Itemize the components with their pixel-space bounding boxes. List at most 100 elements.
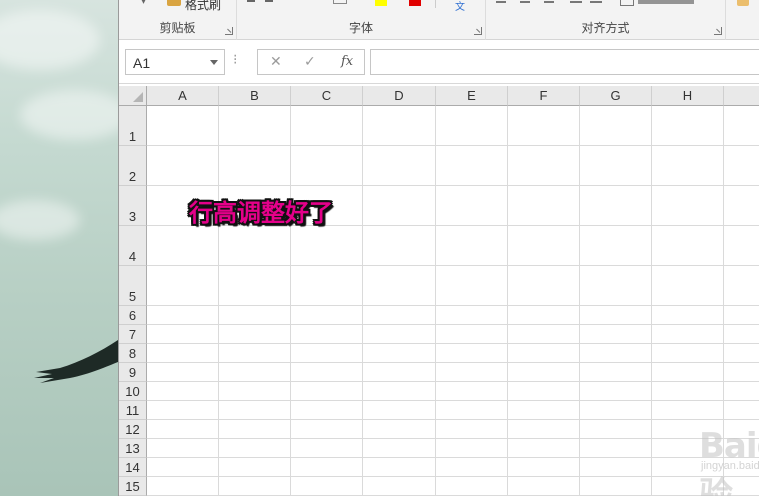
name-box-dropdown-icon[interactable]	[210, 60, 218, 65]
watermark-url: jingyan.baidu.com	[701, 460, 759, 472]
font-group-label: 字体	[348, 21, 373, 35]
baidu-watermark: Baidu经验 jingyan.baidu.com	[699, 412, 759, 496]
row-number: 9	[128, 365, 137, 380]
row-number: 5	[128, 289, 137, 304]
formula-buttons: ✕ ✓ fx	[257, 49, 365, 75]
row-header-10[interactable]: 10	[119, 382, 147, 401]
cancel-icon[interactable]: ✕	[270, 53, 282, 70]
bird-silhouette-icon	[34, 340, 118, 383]
row-header-3[interactable]: 3	[119, 186, 147, 226]
row-gridline	[147, 185, 759, 186]
row-number: 12	[125, 422, 140, 437]
name-box[interactable]: A1	[125, 49, 225, 75]
row-number: 8	[128, 346, 137, 361]
row-gridline	[147, 438, 759, 439]
font-group: 文 字体	[237, 0, 486, 40]
clipboard-group: ▾ 格式刷 剪贴板	[119, 0, 237, 40]
row-number: 13	[125, 441, 140, 456]
row-gridline	[147, 265, 759, 266]
column-header-g[interactable]: G	[580, 86, 652, 106]
row-number: 10	[125, 384, 140, 399]
select-all-button[interactable]	[119, 86, 147, 106]
formula-input[interactable]	[370, 49, 759, 75]
enter-icon[interactable]: ✓	[304, 53, 316, 70]
column-header-d[interactable]: D	[363, 86, 436, 106]
row-header-6[interactable]: 6	[119, 306, 147, 325]
formula-bar-grip-icon[interactable]: ⁝	[233, 51, 237, 68]
column-gridline	[579, 106, 580, 496]
row-number: 4	[128, 249, 137, 264]
clipboard-launcher-icon[interactable]	[225, 27, 233, 35]
row-number: 11	[125, 403, 140, 418]
row-gridline	[147, 145, 759, 146]
font-launcher-icon[interactable]	[474, 27, 482, 35]
column-header-c[interactable]: C	[291, 86, 363, 106]
row-header-15[interactable]: 15	[119, 477, 147, 496]
desktop-wallpaper	[0, 0, 118, 496]
column-gridline	[218, 106, 219, 496]
table-border-icon[interactable]	[333, 0, 347, 4]
row-number: 1	[128, 129, 137, 144]
indent-increase-icon[interactable]	[590, 1, 602, 3]
row-gridline	[147, 457, 759, 458]
row-header-5[interactable]: 5	[119, 266, 147, 306]
row-header-9[interactable]: 9	[119, 363, 147, 382]
cell-b3-text[interactable]: 行高调整好了	[189, 193, 333, 228]
row-gridline	[147, 400, 759, 401]
column-header-h[interactable]: H	[652, 86, 724, 106]
merge-center-button[interactable]	[638, 0, 694, 4]
row-header-12[interactable]: 12	[119, 420, 147, 439]
row-header-1[interactable]: 1	[119, 106, 147, 146]
row-gridline	[147, 419, 759, 420]
column-header-f[interactable]: F	[508, 86, 580, 106]
clipboard-group-label: 剪贴板	[159, 21, 196, 35]
column-header-a[interactable]: A	[147, 86, 219, 106]
phonetic-icon[interactable]: 文	[455, 0, 465, 13]
border-icon[interactable]	[247, 0, 255, 2]
row-header-2[interactable]: 2	[119, 146, 147, 186]
alignment-group: 对齐方式	[486, 0, 726, 40]
indent-decrease-icon[interactable]	[570, 1, 582, 3]
column-gridline	[435, 106, 436, 496]
alignment-launcher-icon[interactable]	[714, 27, 722, 35]
row-header-7[interactable]: 7	[119, 325, 147, 344]
worksheet-grid[interactable]: ABCDEFGH 1 2 3 4 5 6 7 8 9 10 11 12 13 14 15 行高调整好了	[119, 86, 759, 496]
format-painter-button[interactable]: 格式刷	[185, 0, 221, 13]
row-number: 6	[128, 308, 137, 323]
align-middle-icon[interactable]	[520, 1, 530, 3]
merge-center-icon[interactable]	[620, 0, 634, 6]
excel-window: ▾ 格式刷 剪贴板 文 字体 对齐方式 A1 ⁝ ✕ ✓ fx A B C D …	[118, 0, 759, 496]
format-painter-icon	[167, 0, 181, 6]
align-top-icon[interactable]	[496, 1, 506, 3]
row-number: 3	[128, 209, 137, 224]
column-gridline	[507, 106, 508, 496]
name-box-value: A1	[133, 55, 151, 71]
insert-function-icon[interactable]: fx	[341, 54, 353, 69]
ribbon: ▾ 格式刷 剪贴板 文 字体 对齐方式	[119, 0, 759, 40]
watermark-logo: Baidu经验	[699, 426, 759, 496]
row-gridline	[147, 324, 759, 325]
row-header-4[interactable]: 4	[119, 226, 147, 266]
row-number: 15	[125, 479, 140, 494]
align-bottom-icon[interactable]	[544, 1, 554, 3]
highlight-color-icon[interactable]	[375, 0, 387, 6]
alignment-group-label: 对齐方式	[581, 21, 630, 35]
row-gridline	[147, 381, 759, 382]
row-header-13[interactable]: 13	[119, 439, 147, 458]
row-gridline	[147, 362, 759, 363]
row-gridline	[147, 476, 759, 477]
column-header-next[interactable]	[724, 86, 759, 106]
column-header-e[interactable]: E	[436, 86, 508, 106]
number-format-icon[interactable]	[737, 0, 749, 6]
row-number: 7	[128, 327, 137, 342]
border-dropdown-icon[interactable]	[265, 0, 273, 2]
column-header-b[interactable]: B	[219, 86, 291, 106]
formula-bar: A1 ⁝ ✕ ✓ fx	[119, 40, 759, 84]
paste-dropdown-icon[interactable]: ▾	[141, 0, 146, 7]
row-header-8[interactable]: 8	[119, 344, 147, 363]
font-color-icon[interactable]	[409, 0, 421, 6]
row-header-14[interactable]: 14	[119, 458, 147, 477]
row-number: 14	[125, 460, 140, 475]
row-header-11[interactable]: 11	[119, 401, 147, 420]
column-gridline	[290, 106, 291, 496]
